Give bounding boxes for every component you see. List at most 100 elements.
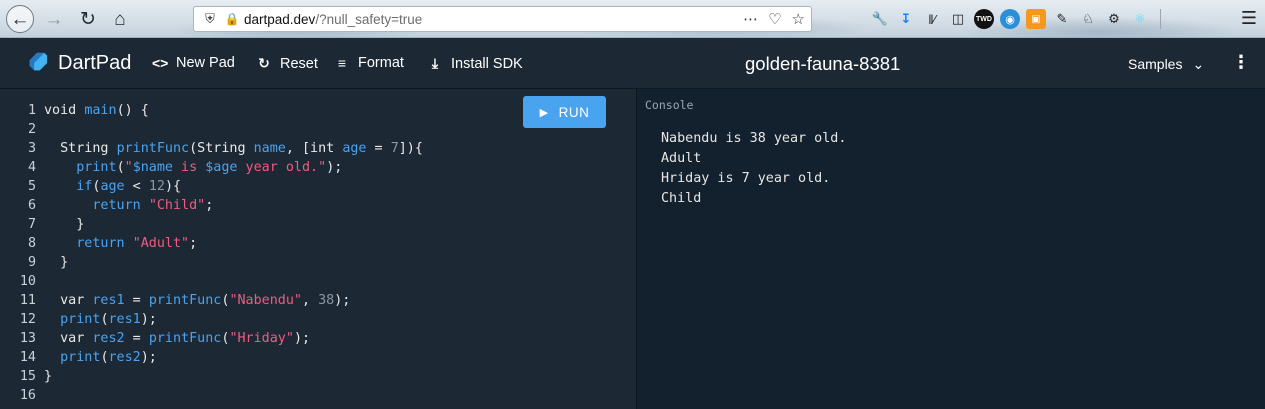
console-title: Console (645, 98, 694, 112)
code-text: print(res1); (60, 312, 157, 327)
line-number: 15 (19, 369, 36, 384)
code-text: print(res2); (60, 350, 157, 365)
code-text: } (44, 217, 85, 232)
download-icon[interactable]: ↧ (896, 9, 916, 29)
console-output-line: Nabendu is 38 year old. (661, 131, 847, 146)
code-text: void main() { (44, 103, 149, 118)
new-pad-button[interactable]: <> New Pad (152, 55, 235, 71)
react-icon[interactable]: ⚛ (1130, 9, 1150, 29)
console-output-line: Adult (661, 151, 702, 166)
wrench-icon[interactable]: 🔧 (870, 9, 890, 29)
toolbar-divider (1160, 9, 1161, 29)
new-pad-label: New Pad (176, 55, 235, 71)
console-output-line: Hriday is 7 year old. (661, 171, 831, 186)
dartpad-appbar: DartPad <> New Pad ↻ Reset ≡ Format ⤓ In… (0, 38, 1265, 89)
code-line[interactable]: } (44, 367, 52, 386)
reload-icon[interactable]: ↻ (74, 5, 102, 33)
line-number: 13 (19, 331, 36, 346)
address-bar[interactable]: ⛨ 🔒 dartpad.dev/?null_safety=true ⋯ ♡ ☆ (193, 6, 812, 32)
line-number: 9 (27, 255, 36, 270)
puzzle-icon[interactable]: ♘ (1078, 9, 1098, 29)
samples-label: Samples (1128, 56, 1183, 72)
run-label: RUN (558, 104, 590, 120)
install-sdk-label: Install SDK (451, 55, 523, 72)
code-icon: <> (152, 55, 169, 71)
code-text: } (44, 255, 69, 270)
console-panel: Console Nabendu is 38 year old. Adult Hr… (636, 89, 1265, 409)
code-text: return "Adult"; (76, 236, 198, 251)
pad-title[interactable]: golden-fauna-8381 (745, 53, 900, 75)
line-number: 14 (19, 350, 36, 365)
line-number: 8 (27, 236, 36, 251)
code-line[interactable]: String printFunc(String name, [int age =… (44, 139, 423, 158)
code-line[interactable]: var res1 = printFunc("Nabendu", 38); (44, 291, 350, 310)
line-number: 7 (27, 217, 36, 232)
url-path: /?null_safety=true (315, 11, 423, 27)
url-host: dartpad.dev (244, 11, 316, 27)
lock-icon[interactable]: 🔒 (222, 12, 242, 26)
brand-name: DartPad (58, 52, 132, 74)
line-number: 2 (27, 122, 36, 137)
line-number: 10 (19, 274, 36, 289)
back-icon[interactable]: ← (6, 5, 34, 33)
code-text: print("$name is $age year old."); (76, 160, 343, 175)
code-line[interactable]: var res2 = printFunc("Hriday"); (44, 329, 310, 348)
line-number: 3 (27, 141, 36, 156)
format-button[interactable]: ≡ Format (334, 55, 404, 71)
line-number: 5 (27, 179, 36, 194)
more-vert-icon[interactable]: ⋮ (1232, 52, 1250, 73)
format-label: Format (358, 55, 404, 71)
reader-icon[interactable]: ◫ (948, 9, 968, 29)
code-line[interactable]: print(res2); (44, 348, 157, 367)
refresh-icon: ↻ (258, 55, 270, 71)
samples-dropdown[interactable]: Samples ⌄ (1128, 56, 1204, 73)
pocket-icon[interactable]: ♡ (768, 10, 781, 28)
line-number: 1 (27, 103, 36, 118)
console-output-line: Child (661, 191, 702, 206)
code-line[interactable]: print(res1); (44, 310, 157, 329)
line-number: 11 (19, 293, 36, 308)
download-icon: ⤓ (431, 55, 439, 71)
code-line[interactable]: if(age < 12){ (44, 177, 181, 196)
reset-label: Reset (280, 55, 318, 72)
code-editor[interactable]: 1 void main() { 2 3 String printFunc(Stri… (0, 89, 636, 409)
browser-toolbar: ← → ↻ ⌂ ⛨ 🔒 dartpad.dev/?null_safety=tru… (0, 0, 1265, 38)
menu-icon[interactable]: ☰ (1241, 8, 1257, 29)
code-line[interactable]: void main() { (44, 101, 149, 120)
code-text: var res1 = printFunc("Nabendu", 38); (44, 293, 351, 308)
format-align-icon: ≡ (337, 55, 347, 71)
code-line[interactable]: print("$name is $age year old."); (44, 158, 342, 177)
chevron-down-icon: ⌄ (1192, 56, 1205, 72)
run-button[interactable]: ▶ RUN (523, 96, 606, 128)
screenshot-icon[interactable]: ▣ (1026, 9, 1046, 29)
dart-logo-icon (29, 52, 48, 71)
extensions-toolbar: 🔧 ↧ ‖⁄ ◫ TWD ◉ ▣ ✎ ♘ ⚙ ⚛ (870, 7, 1165, 31)
play-icon: ▶ (539, 106, 549, 119)
line-number: 12 (19, 312, 36, 327)
code-line[interactable]: return "Child"; (44, 196, 213, 215)
home-icon[interactable]: ⌂ (106, 5, 134, 33)
globe-icon[interactable]: ◉ (1000, 9, 1020, 29)
code-line[interactable]: } (44, 253, 68, 272)
code-line[interactable]: } (44, 215, 84, 234)
install-sdk-button[interactable]: ⤓ Install SDK (427, 55, 523, 72)
notes-icon[interactable]: ✎ (1052, 9, 1072, 29)
reset-button[interactable]: ↻ Reset (256, 55, 318, 72)
forward-icon[interactable]: → (40, 5, 68, 33)
shield-icon[interactable]: ⛨ (198, 11, 222, 27)
bookmark-star-icon[interactable]: ☆ (792, 10, 805, 28)
line-number: 6 (27, 198, 36, 213)
line-number: 4 (27, 160, 36, 175)
library-icon[interactable]: ‖⁄ (922, 9, 942, 29)
code-text: String printFunc(String name, [int age =… (44, 141, 423, 156)
page-actions-icon[interactable]: ⋯ (743, 10, 758, 28)
url-text[interactable]: dartpad.dev/?null_safety=true (244, 12, 422, 27)
line-number: 16 (19, 388, 36, 403)
code-text: if(age < 12){ (76, 179, 182, 194)
code-line[interactable]: return "Adult"; (44, 234, 197, 253)
code-text: } (44, 369, 53, 384)
code-text: var res2 = printFunc("Hriday"); (44, 331, 311, 346)
code-text: return "Child"; (92, 198, 214, 213)
twd-icon[interactable]: TWD (974, 9, 994, 29)
extension-icon[interactable]: ⚙ (1104, 9, 1124, 29)
